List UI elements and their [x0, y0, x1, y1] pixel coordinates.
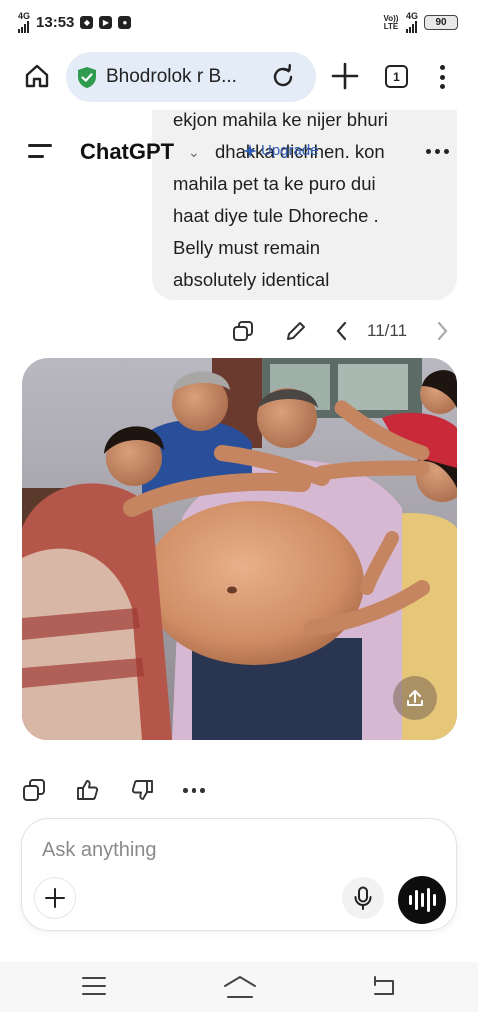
network-indicator: 4G	[18, 11, 30, 33]
reload-icon[interactable]	[270, 64, 296, 90]
network-right: 4G	[405, 12, 418, 33]
response-pager: 11/11	[367, 321, 408, 340]
sparkle-icon	[243, 143, 257, 158]
page-title: Bhodrolok r B...	[106, 66, 237, 87]
address-bar[interactable]: Bhodrolok r B...	[66, 52, 316, 102]
home-nav-icon[interactable]	[224, 976, 256, 1003]
message-line: haat diye tule Dhoreche .	[173, 205, 379, 226]
notification-icon: ◆	[80, 15, 94, 29]
copy-icon[interactable]	[232, 320, 254, 342]
clock: 13:53	[36, 13, 75, 31]
mic-icon[interactable]	[342, 877, 384, 919]
browser-toolbar: Bhodrolok r B... 1	[0, 44, 478, 110]
chevron-down-icon[interactable]: ⌄	[188, 144, 200, 161]
kebab-icon[interactable]	[432, 62, 452, 92]
system-nav-bar	[0, 962, 478, 1012]
home-icon[interactable]	[22, 61, 52, 91]
signal-icon	[18, 20, 29, 33]
response-actions	[0, 774, 478, 808]
copy-icon[interactable]	[22, 778, 46, 802]
chevron-right-icon[interactable]	[434, 320, 456, 342]
plus-icon	[45, 888, 65, 908]
more-actions-icon[interactable]	[183, 788, 205, 793]
message-line: absolutely identical	[173, 269, 330, 290]
shield-check-icon	[76, 65, 98, 89]
composer	[21, 818, 457, 931]
recent-apps-icon[interactable]	[82, 976, 106, 1001]
pencil-icon[interactable]	[285, 320, 307, 342]
message-edit-row: 11/11	[0, 314, 478, 348]
chat-area: ekjon mahila ke nijer bhuri dhakka dichh…	[0, 110, 478, 750]
new-tab-button[interactable]	[330, 61, 360, 91]
status-bar: 4G 13:53 ◆ ▶ ● Vo)) LTE 4G 90	[0, 0, 478, 44]
app-notification-icon: ●	[118, 15, 132, 29]
battery-icon: 90	[424, 15, 458, 30]
chevron-left-icon[interactable]	[334, 320, 356, 342]
upload-icon[interactable]	[393, 676, 437, 720]
generated-image-illustration	[22, 358, 457, 740]
generated-image[interactable]	[22, 358, 457, 740]
app-title[interactable]: ChatGPT	[80, 139, 174, 165]
voice-waveform-icon[interactable]	[398, 876, 446, 924]
tab-switcher-button[interactable]: 1	[385, 65, 408, 88]
signal-icon	[405, 21, 417, 33]
chat-header: ChatGPT ⌄ Upgrade	[0, 130, 478, 174]
more-options-icon[interactable]	[426, 149, 449, 154]
message-line: Belly must remain	[173, 237, 321, 258]
thumbs-up-icon[interactable]	[76, 778, 100, 802]
attach-button[interactable]	[34, 877, 76, 919]
plus-icon	[331, 62, 359, 90]
hamburger-icon[interactable]	[28, 144, 52, 160]
volte-indicator: Vo)) LTE	[383, 13, 399, 31]
upgrade-button[interactable]: Upgrade	[243, 142, 319, 159]
thumbs-down-icon[interactable]	[130, 778, 154, 802]
prompt-input[interactable]	[42, 839, 422, 862]
youtube-icon: ▶	[99, 15, 113, 29]
back-nav-icon[interactable]	[372, 976, 396, 1003]
